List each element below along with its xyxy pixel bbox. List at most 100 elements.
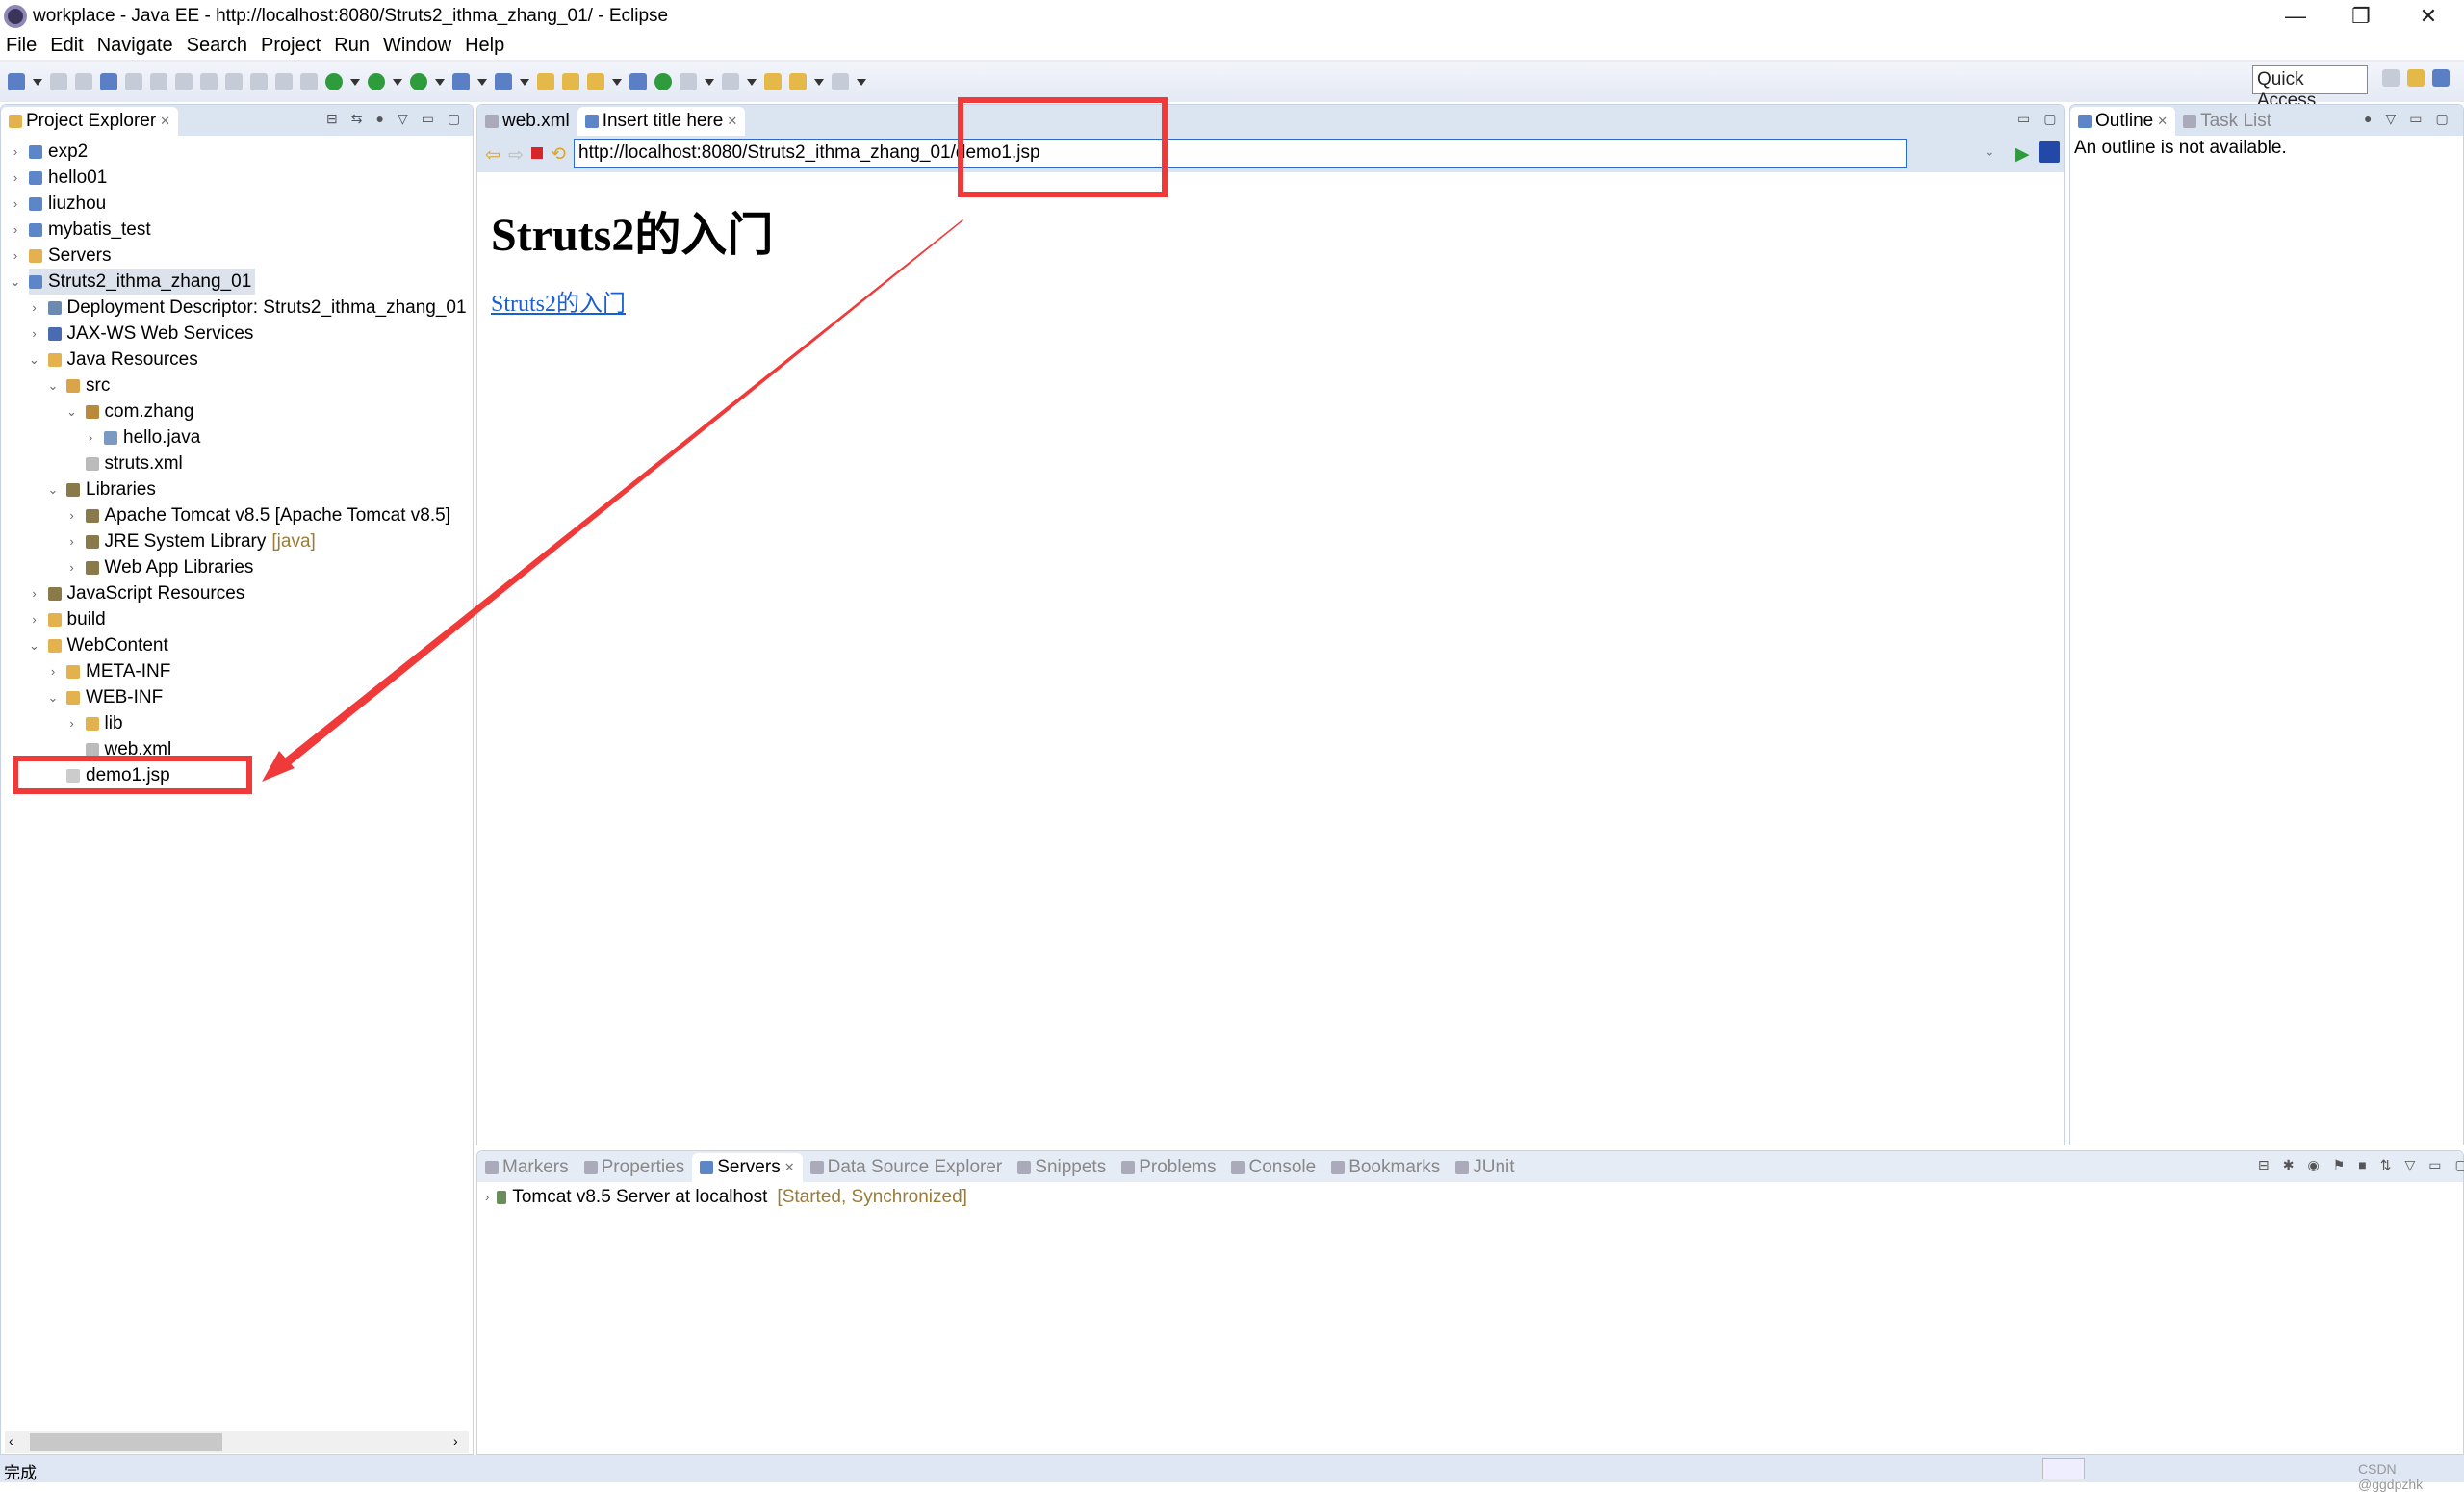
chevron-right-icon[interactable]: › (66, 508, 78, 523)
tab-snippets[interactable]: Snippets (1010, 1153, 1114, 1182)
toolbar-action-icon[interactable] (452, 73, 470, 90)
tree-item[interactable]: › JavaScript Resources (32, 580, 244, 606)
tree-item[interactable]: › Apache Tomcat v8.5 [Apache Tomcat v8.5] (69, 502, 450, 528)
toolbar-action-icon[interactable] (537, 73, 554, 90)
url-input[interactable]: http://localhost:8080/Struts2_ithma_zhan… (574, 139, 1907, 168)
quick-access-input[interactable]: Quick Access (2252, 65, 2368, 111)
toolbar-action-icon[interactable] (50, 73, 67, 90)
dropdown-arrow-icon[interactable] (477, 78, 487, 86)
view-menu-icon[interactable]: ▽ (2385, 111, 2396, 127)
chevron-down-icon[interactable]: ⌄ (29, 638, 40, 654)
open-perspective-icon[interactable] (2382, 69, 2400, 87)
back-icon[interactable]: ⇦ (485, 144, 500, 167)
tree-item[interactable]: › META-INF (51, 658, 170, 684)
tree-item[interactable]: › Servers (13, 243, 112, 269)
toolbar-action-icon[interactable] (125, 73, 142, 90)
dropdown-arrow-icon[interactable] (705, 78, 714, 86)
tab-bookmarks[interactable]: Bookmarks (1323, 1153, 1448, 1182)
toolbar-action-icon[interactable] (250, 73, 268, 90)
restore-button[interactable]: ❐ (2327, 0, 2395, 32)
scroll-right-icon[interactable]: › (453, 1433, 458, 1449)
toolbar-action-icon[interactable] (832, 73, 849, 90)
view-menu-icon[interactable]: ▽ (2404, 1157, 2415, 1173)
link-editor-icon[interactable]: ⇆ (351, 111, 363, 127)
chevron-right-icon[interactable]: › (47, 664, 59, 679)
chevron-right-icon[interactable]: › (10, 170, 21, 185)
dropdown-arrow-icon[interactable] (814, 78, 824, 86)
toolbar-action-icon[interactable] (300, 73, 318, 90)
tab-junit[interactable]: JUnit (1448, 1153, 1522, 1182)
menu-window[interactable]: Window (383, 35, 451, 57)
close-icon[interactable]: ✕ (2157, 114, 2168, 129)
menu-run[interactable]: Run (334, 35, 370, 57)
tab-data-source-explorer[interactable]: Data Source Explorer (803, 1153, 1011, 1182)
dropdown-arrow-icon[interactable] (857, 78, 866, 86)
minimize-button[interactable]: — (2262, 0, 2329, 32)
toolbar-action-icon[interactable] (410, 73, 427, 90)
scrollbar-thumb[interactable] (30, 1433, 222, 1451)
start-server-icon[interactable]: ◉ (2307, 1157, 2319, 1173)
toolbar-action-icon[interactable] (764, 73, 782, 90)
tree-item[interactable]: › lib (69, 710, 122, 736)
tree-item[interactable]: › liuzhou (13, 191, 106, 217)
dropdown-arrow-icon[interactable] (612, 78, 622, 86)
minimize-icon[interactable]: ▭ (422, 111, 434, 127)
toolbar-action-icon[interactable] (562, 73, 579, 90)
tree-item[interactable]: ⌄ com.zhang (66, 399, 193, 424)
filter-icon[interactable]: ● (2364, 111, 2372, 127)
chevron-right-icon[interactable]: › (29, 326, 40, 341)
menu-help[interactable]: Help (465, 35, 504, 57)
publish-icon[interactable]: ⇅ (2380, 1157, 2392, 1173)
tree-item[interactable]: ⌄ Struts2_ithma_zhang_01 (11, 269, 256, 295)
tab-task-list[interactable]: Task List (2175, 107, 2279, 136)
tab-outline[interactable]: Outline ✕ (2070, 107, 2176, 136)
tree-item[interactable]: demo1.jsp (66, 762, 170, 788)
collapse-all-icon[interactable]: ⊟ (326, 111, 338, 127)
toolbar-action-icon[interactable] (654, 73, 672, 90)
toolbar-action-icon[interactable] (225, 73, 243, 90)
tree-item[interactable]: ⌄ WebContent (29, 632, 168, 658)
toolbar-action-icon[interactable] (495, 73, 512, 90)
toolbar-action-icon[interactable] (100, 73, 117, 90)
chevron-right-icon[interactable]: › (29, 586, 40, 601)
tree-item[interactable]: › hello.java (89, 424, 200, 450)
refresh-icon[interactable]: ⟲ (551, 143, 566, 166)
toolbar-action-icon[interactable] (325, 73, 343, 90)
java-ee-perspective-icon[interactable] (2407, 69, 2425, 87)
menu-search[interactable]: Search (187, 35, 247, 57)
toolbar-action-icon[interactable] (175, 73, 192, 90)
close-icon[interactable]: ✕ (727, 114, 737, 129)
tree-item[interactable]: ⌄ Java Resources (29, 347, 198, 373)
chevron-right-icon[interactable]: › (85, 430, 96, 445)
view-menu-icon[interactable]: ▽ (398, 111, 408, 127)
close-icon[interactable]: ✕ (784, 1160, 795, 1175)
tab-console[interactable]: Console (1223, 1153, 1323, 1182)
chevron-down-icon[interactable]: ⌄ (47, 482, 59, 498)
chevron-down-icon[interactable]: ⌄ (47, 378, 59, 394)
go-icon[interactable]: ▶ (2015, 143, 2030, 166)
tree-item[interactable]: › Deployment Descriptor: Struts2_ithma_zh… (32, 295, 466, 321)
maximize-icon[interactable]: ▢ (448, 111, 460, 127)
menu-file[interactable]: File (6, 35, 37, 57)
collapse-icon[interactable]: ⊟ (2258, 1157, 2270, 1173)
chevron-down-icon[interactable]: ⌄ (29, 352, 40, 368)
java-perspective-icon[interactable] (2432, 69, 2450, 87)
menu-navigate[interactable]: Navigate (97, 35, 173, 57)
dropdown-arrow-icon[interactable] (393, 78, 402, 86)
stop-icon[interactable] (531, 147, 543, 159)
tab-web-xml[interactable]: web.xml (477, 107, 578, 136)
tree-item[interactable]: web.xml (85, 736, 171, 762)
toolbar-action-icon[interactable] (587, 73, 604, 90)
close-button[interactable]: ✕ (2395, 0, 2462, 32)
tree-item[interactable]: › exp2 (13, 139, 88, 165)
page-link[interactable]: Struts2的入门 (491, 284, 626, 318)
server-row[interactable]: › Tomcat v8.5 Server at localhost [Start… (485, 1184, 967, 1210)
tab-servers[interactable]: Servers ✕ (692, 1153, 803, 1182)
minimize-icon[interactable]: ▭ (2017, 111, 2030, 127)
toolbar-action-icon[interactable] (8, 73, 25, 90)
tree-item[interactable]: ⌄ src (48, 373, 111, 399)
dropdown-arrow-icon[interactable] (33, 78, 42, 86)
chevron-right-icon[interactable]: › (66, 534, 78, 549)
minimize-icon[interactable]: ▭ (2428, 1157, 2441, 1173)
tree-item[interactable]: › Web App Libraries (69, 554, 253, 580)
